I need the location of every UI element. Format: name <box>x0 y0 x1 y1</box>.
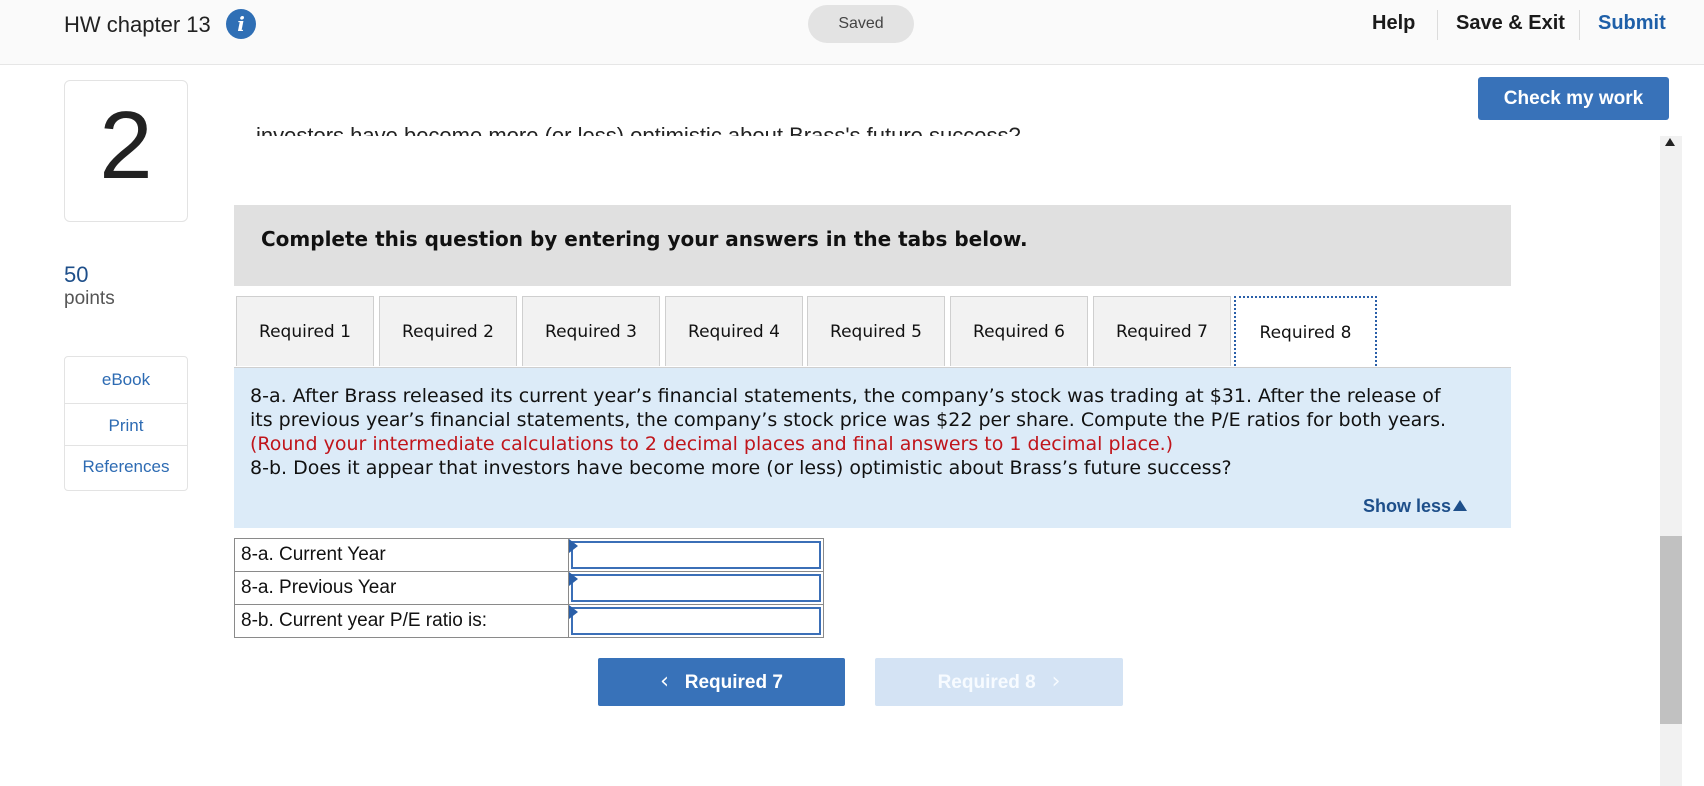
chevron-left-icon: ‹ <box>660 669 669 694</box>
table-row: 8-a. Previous Year <box>234 571 824 605</box>
tab-required-7[interactable]: Required 7 <box>1093 296 1231 366</box>
nav-divider <box>1437 10 1438 40</box>
question-number: 2 <box>99 92 153 199</box>
submit-link[interactable]: Submit <box>1598 12 1666 35</box>
answer-table: 8-a. Current Year 8-a. Previous Year 8-b… <box>234 538 824 638</box>
input-flag-icon <box>568 605 578 619</box>
table-row: 8-a. Current Year <box>234 538 824 572</box>
references-link[interactable]: References <box>65 457 187 477</box>
question-panel: 8-a. After Brass released its current ye… <box>234 368 1511 528</box>
tab-required-6[interactable]: Required 6 <box>950 296 1088 366</box>
previous-required-button[interactable]: ‹ Required 7 <box>598 658 845 706</box>
scrollbar-thumb[interactable] <box>1660 536 1682 724</box>
previous-button-label: Required 7 <box>684 672 783 693</box>
ebook-link[interactable]: eBook <box>65 370 187 390</box>
resource-links: eBook Print References <box>64 356 188 491</box>
top-bar: HW chapter 13 i Saved Help Save & Exit S… <box>0 0 1704 65</box>
input-flag-icon <box>568 539 578 553</box>
next-required-button: Required 8 › <box>875 658 1123 706</box>
chevron-right-icon: › <box>1051 669 1061 694</box>
tab-required-8[interactable]: Required 8 <box>1234 296 1377 366</box>
show-less-toggle[interactable]: Show less <box>1363 494 1468 518</box>
points-label: points <box>64 288 115 309</box>
row-label: 8-a. Current Year <box>234 538 569 572</box>
nav-divider <box>1579 10 1580 40</box>
next-button-label: Required 8 <box>937 672 1036 693</box>
current-year-pe-input[interactable] <box>570 541 821 569</box>
print-link[interactable]: Print <box>65 416 187 436</box>
previous-year-pe-input[interactable] <box>570 574 821 602</box>
divider <box>65 445 187 446</box>
question-text-line: 8-a. After Brass released its current ye… <box>250 385 1441 407</box>
rounding-instruction: (Round your intermediate calculations to… <box>250 433 1174 455</box>
instruction-text: Complete this question by entering your … <box>261 227 1028 251</box>
input-flag-icon <box>568 572 578 586</box>
points-value: 50 <box>64 262 89 287</box>
answer-cell <box>567 604 824 638</box>
save-exit-link[interactable]: Save & Exit <box>1456 12 1565 35</box>
tab-required-4[interactable]: Required 4 <box>665 296 803 366</box>
question-text-line: 8-b. Does it appear that investors have … <box>250 457 1232 479</box>
check-my-work-button[interactable]: Check my work <box>1478 77 1669 120</box>
row-label: 8-b. Current year P/E ratio is: <box>234 604 569 638</box>
tab-required-1[interactable]: Required 1 <box>236 296 374 366</box>
tab-required-2[interactable]: Required 2 <box>379 296 517 366</box>
show-less-label: Show less <box>1363 496 1452 516</box>
answer-cell <box>567 538 824 572</box>
tab-required-3[interactable]: Required 3 <box>522 296 660 366</box>
row-label: 8-a. Previous Year <box>234 571 569 605</box>
info-icon[interactable]: i <box>226 9 256 39</box>
help-link[interactable]: Help <box>1372 12 1415 35</box>
question-number-box: 2 <box>64 80 188 222</box>
divider <box>65 403 187 404</box>
question-text-line: its previous year’s financial statements… <box>250 409 1447 431</box>
table-row: 8-b. Current year P/E ratio is: <box>234 604 824 638</box>
answer-cell <box>567 571 824 605</box>
pe-ratio-dropdown[interactable] <box>570 607 821 635</box>
tab-required-5[interactable]: Required 5 <box>807 296 945 366</box>
instruction-banner: Complete this question by entering your … <box>234 205 1511 286</box>
scroll-up-arrow-icon[interactable] <box>1665 138 1675 146</box>
scrolled-question-text: investors have become more (or less) opt… <box>256 123 1021 136</box>
triangle-up-icon <box>1453 500 1468 511</box>
assignment-title: HW chapter 13 <box>64 12 211 37</box>
saved-status-badge: Saved <box>808 5 914 43</box>
